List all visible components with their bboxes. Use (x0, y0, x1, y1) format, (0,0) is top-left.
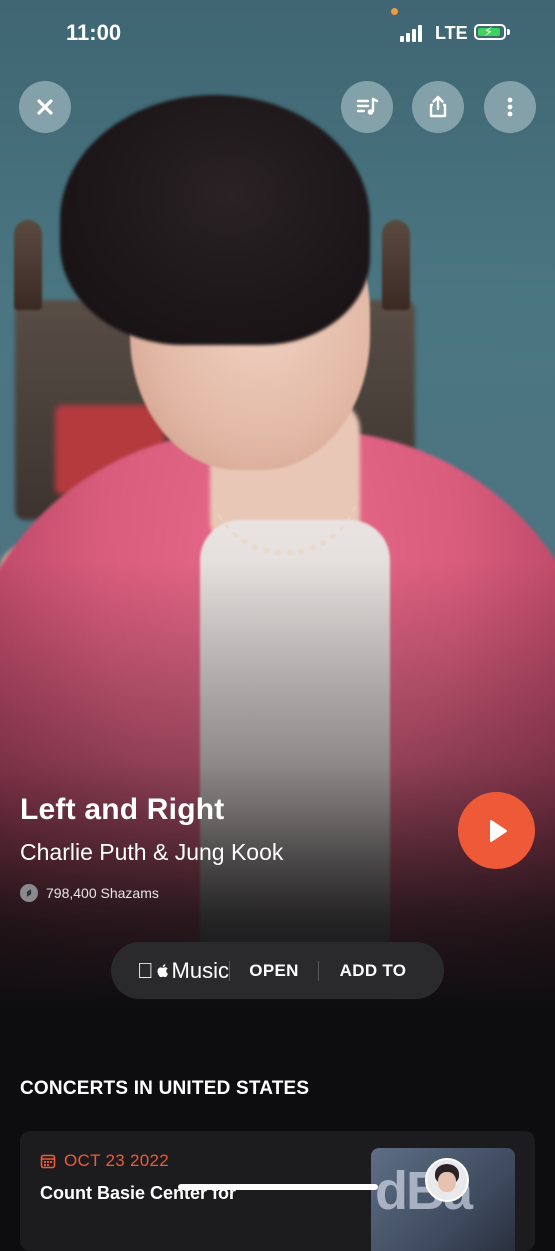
home-indicator[interactable] (178, 1184, 378, 1190)
song-artist[interactable]: Charlie Puth & Jung Kook (20, 839, 283, 866)
shazam-count-row: 798,400 Shazams (20, 884, 159, 902)
apple-music-label: Music (159, 957, 229, 983)
artwork-chair-finial-right (382, 220, 410, 310)
status-time: 11:00 (66, 20, 122, 45)
music-queue-icon (356, 97, 379, 115)
cellular-signal-icon (400, 24, 426, 42)
close-icon (37, 99, 53, 115)
apple-music-logo[interactable]:  Music (137, 958, 229, 984)
artist-avatar (425, 1158, 469, 1202)
share-icon (429, 95, 447, 118)
battery-charging-icon: ⚡ (474, 24, 506, 40)
concert-card[interactable]: OCT 23 2022 Count Basie Center for dBa (20, 1131, 535, 1251)
apple-music-bar:  Music OPEN ADD TO (111, 942, 444, 999)
play-button[interactable] (458, 792, 535, 869)
share-button[interactable] (412, 81, 464, 133)
shazam-count: 798,400 Shazams (46, 885, 159, 901)
network-type: LTE (435, 23, 468, 43)
shazam-icon (20, 884, 38, 902)
concerts-heading: CONCERTS IN UNITED STATES (20, 1078, 310, 1099)
more-options-button[interactable] (484, 81, 536, 133)
status-bar: 11:00 LTE ⚡ (0, 0, 555, 66)
concert-date-row: OCT 23 2022 (40, 1151, 169, 1171)
more-vertical-icon (507, 97, 513, 117)
open-in-apple-music-button[interactable]: OPEN (230, 961, 318, 981)
artwork-hair (60, 95, 370, 345)
add-to-button[interactable]: ADD TO (319, 961, 427, 981)
concert-date: OCT 23 2022 (64, 1151, 170, 1170)
artwork-chair-finial-left (14, 220, 42, 310)
song-title: Left and Right (20, 793, 225, 826)
battery-tip (507, 29, 510, 35)
apple-logo-icon:  (137, 959, 154, 982)
calendar-icon (40, 1154, 56, 1169)
apple-logo-shape (157, 964, 168, 978)
privacy-indicator-dot (391, 8, 398, 15)
close-button[interactable] (19, 81, 71, 133)
queue-button[interactable] (341, 81, 393, 133)
play-icon (489, 819, 507, 842)
